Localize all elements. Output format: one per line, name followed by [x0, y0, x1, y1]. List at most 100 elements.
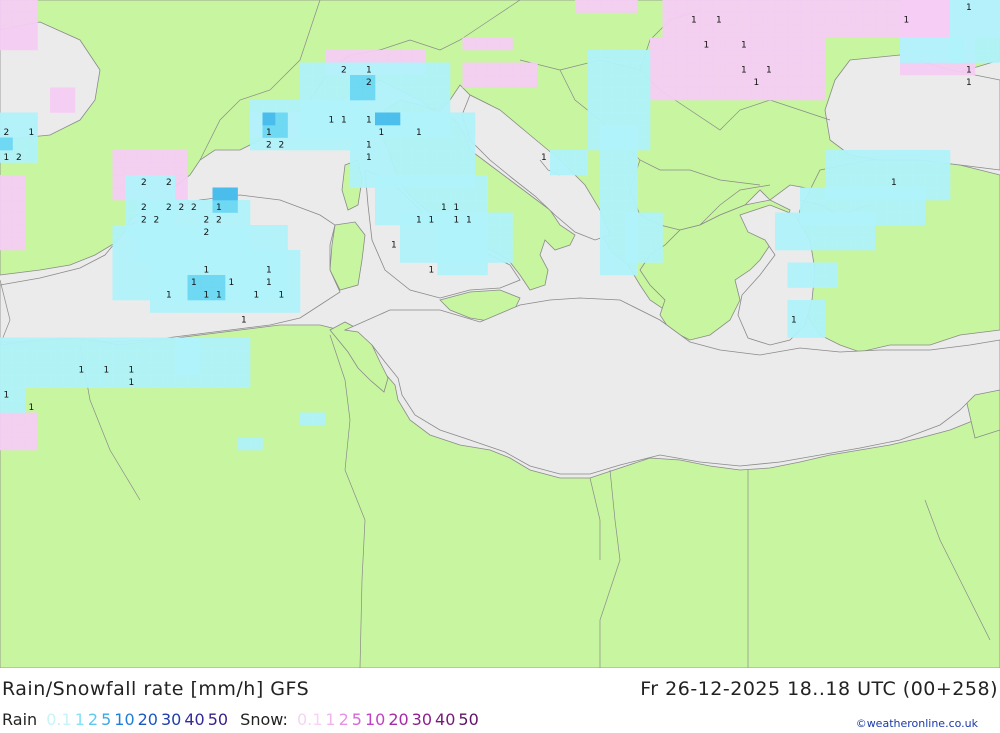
snow-cell [737, 0, 751, 13]
snow-cell [0, 12, 13, 26]
rain-cell [800, 300, 813, 313]
rain-cell [200, 237, 213, 251]
cell-value-label: 2 [204, 216, 210, 226]
rain-cell [625, 162, 638, 176]
rain-cell [437, 225, 451, 238]
snow-cell [787, 0, 801, 13]
legend-rain-value-6: 30 [160, 710, 182, 729]
legend-rain-label: Rain [2, 710, 38, 729]
rain-cell [250, 275, 263, 288]
cell-value-label: 1 [129, 378, 135, 388]
rain-cell [987, 25, 1000, 38]
snow-cell [325, 50, 338, 63]
rain-cell [625, 62, 638, 76]
rain-cell [450, 250, 463, 263]
rain-cell [187, 237, 201, 251]
snow-cell [700, 87, 713, 101]
snow-cell [725, 87, 738, 101]
snow-cell [12, 187, 26, 201]
rain-cell [912, 50, 926, 63]
rain-cell [50, 350, 63, 363]
rain-cell [812, 300, 826, 313]
snow-cell [912, 12, 926, 26]
rain-cell [25, 375, 38, 388]
rain-cell [350, 125, 363, 138]
rain-cell [25, 362, 38, 376]
rain-cell [637, 112, 651, 126]
cell-value-label: 1 [891, 178, 897, 188]
cell-value-label: 2 [266, 141, 272, 151]
snow-cell [700, 25, 713, 38]
snow-cell [700, 12, 713, 26]
rain-cell [812, 325, 826, 338]
snow-cell [0, 237, 13, 251]
snow-cell [712, 62, 726, 76]
snow-cell [737, 75, 751, 88]
snow-cell [650, 50, 663, 63]
precipitation-legend: Rain 0.1 1 2 5 10 20 30 40 50 Snow: 0.1 1 2 5 10 20 30… [2, 710, 486, 729]
rain-cell [137, 225, 151, 238]
rain-cell [862, 237, 876, 251]
rain-cell [350, 62, 363, 76]
rain-cell [337, 125, 351, 138]
snow-cell [112, 162, 126, 176]
rain-cell [362, 125, 376, 138]
rain-cell [150, 262, 163, 276]
snow-cell [12, 37, 26, 51]
cell-value-label: 1 [216, 203, 222, 213]
snow-cell [775, 75, 788, 88]
rain-cell [587, 62, 601, 76]
rain-cell [412, 150, 426, 163]
legend-snow-value-4: 10 [364, 710, 386, 729]
cell-value-label: 2 [204, 228, 210, 238]
rain-cell [600, 250, 613, 263]
rain-cell [262, 237, 276, 251]
rain-cell [150, 337, 163, 351]
rain-cell [387, 62, 401, 76]
rain-cell [150, 175, 163, 188]
rain-cell [150, 375, 163, 388]
rain-cell [150, 237, 163, 251]
rain-cell [175, 350, 188, 363]
rain-cell [950, 37, 963, 51]
snow-cell [725, 62, 738, 76]
cell-value-label: 1 [366, 141, 372, 151]
rain-cell [425, 162, 438, 176]
snow-cell [350, 50, 363, 63]
rain-cell [225, 362, 238, 376]
snow-cell [0, 175, 13, 188]
rain-cell [237, 375, 251, 388]
precipitation-map[interactable]: 2112222222212222122121211111111111111111… [0, 0, 1000, 668]
snow-cell [912, 25, 926, 38]
rain-cell [262, 300, 276, 313]
snow-cell [862, 25, 876, 38]
cell-value-label: 2 [341, 66, 347, 76]
rain-cell [137, 187, 151, 201]
rain-cell [937, 50, 951, 63]
rain-cell [237, 212, 251, 226]
rain-cell [925, 175, 938, 188]
snow-cell [25, 412, 38, 426]
cell-value-label: 1 [216, 291, 222, 301]
rain-cell [437, 112, 451, 126]
rain-cell [350, 137, 363, 151]
rain-cell [900, 150, 913, 163]
snow-cell [775, 87, 788, 101]
rain-cell [812, 237, 826, 251]
rain-cell [475, 250, 488, 263]
snow-cell [775, 37, 788, 51]
snow-cell [0, 0, 13, 13]
snow-cell [12, 200, 26, 213]
rain-cell [950, 0, 963, 13]
rain-cell [437, 87, 451, 101]
snow-cell [850, 12, 863, 26]
snow-cell [525, 75, 538, 88]
rain-cell [462, 150, 476, 163]
rain-cell [362, 100, 376, 113]
snow-cell [387, 50, 401, 63]
rain-cell [887, 187, 901, 201]
credit-link[interactable]: ©weatheronline.co.uk [856, 717, 978, 730]
rain-cell [612, 200, 626, 213]
rain-cell [437, 237, 451, 251]
rain-cell [187, 362, 201, 376]
